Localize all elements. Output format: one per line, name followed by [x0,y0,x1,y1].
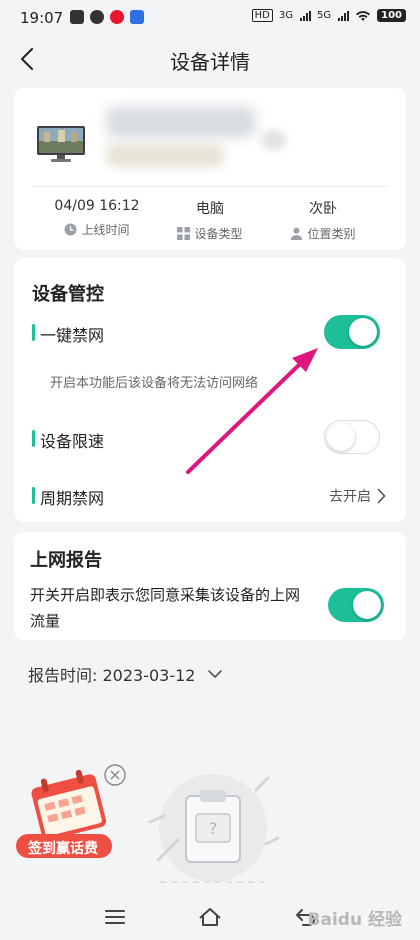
one-key-block-label: 一键禁网 [32,322,104,346]
device-control-card: 设备管控 一键禁网 开启本功能后该设备将无法访问网络 设备限速 周期禁网 去开启 [14,258,406,522]
person-icon [291,227,303,240]
promo-close-icon[interactable] [104,764,126,786]
speed-limit-toggle[interactable] [324,420,380,454]
signal-3g-label: 3G [278,10,293,21]
signal-icon-2 [338,10,350,21]
report-description: 开关开启即表示您同意采集该设备的上网流量 [30,586,301,630]
divider [32,186,388,187]
wifi-icon [356,10,371,21]
one-key-block-hint: 开启本功能后该设备将无法访问网络 [50,376,259,391]
stat-device-type: 电脑 设备类型 [145,198,275,242]
chevron-down-icon [208,670,223,678]
location-value: 次卧 [309,201,337,217]
edit-icon-blurred [262,130,286,150]
device-type-value: 电脑 [196,201,224,217]
one-key-block-toggle[interactable] [324,315,380,349]
location-label: 位置类别 [307,227,356,241]
menu-icon [105,910,125,924]
online-time-value: 04/09 16:12 [54,198,140,214]
page-title: 设备详情 [170,50,250,74]
computer-thumbnail [37,126,85,162]
weibo-notification-icon [110,10,124,24]
grid-icon [177,227,191,240]
translate-notification-icon [130,10,144,24]
stat-online-time: 04/09 16:12 上线时间 [32,198,162,238]
status-time: 19:07 [20,9,64,27]
chevron-right-icon [377,488,386,504]
clipboard-notification-icon [70,10,84,24]
report-section-title: 上网报告 [30,550,102,571]
home-icon [199,908,221,926]
control-section-title: 设备管控 [32,284,104,305]
svg-text:?: ? [209,819,218,838]
period-block-label: 周期禁网 [32,485,104,509]
status-notification-icons [70,10,144,24]
clock-icon [64,223,77,236]
device-info-card: 04/09 16:12 上线时间 电脑 设备类型 次卧 位置类别 [14,88,406,250]
period-block-open-link[interactable]: 去开启 [329,486,386,506]
report-time-label: 报告时间: 2023-03-12 [28,666,196,685]
report-toggle[interactable] [328,588,384,622]
nav-bar: 设备详情 [0,36,420,82]
device-mac-blurred [106,143,224,167]
menu-button[interactable] [100,902,130,932]
speed-limit-label: 设备限速 [32,428,104,452]
report-time-selector[interactable]: 报告时间: 2023-03-12 [28,662,223,686]
stat-location: 次卧 位置类别 [258,198,388,242]
status-bar: 19:07 HD 3G 5G 100 [0,0,420,36]
message-notification-icon [90,10,104,24]
signal-icon [300,10,311,21]
report-card: 上网报告 开关开启即表示您同意采集该设备的上网流量 [14,532,406,640]
promo-label: 签到赢话费 [28,841,98,857]
home-button[interactable] [195,902,225,932]
watermark: Baidu 经验 [307,910,402,930]
battery-indicator: 100 [377,9,406,22]
device-type-label: 设备类型 [194,227,243,241]
status-right: HD 3G 5G 100 [251,9,406,22]
system-nav-bar: Baidu 经验 [0,894,420,940]
hd-indicator: HD [251,9,273,22]
period-block-action: 去开启 [329,489,371,505]
online-time-label: 上线时间 [81,223,130,237]
empty-state-illustration: ? [148,774,280,883]
signal-5g-label: 5G [317,10,332,21]
device-name-blurred [106,106,256,138]
